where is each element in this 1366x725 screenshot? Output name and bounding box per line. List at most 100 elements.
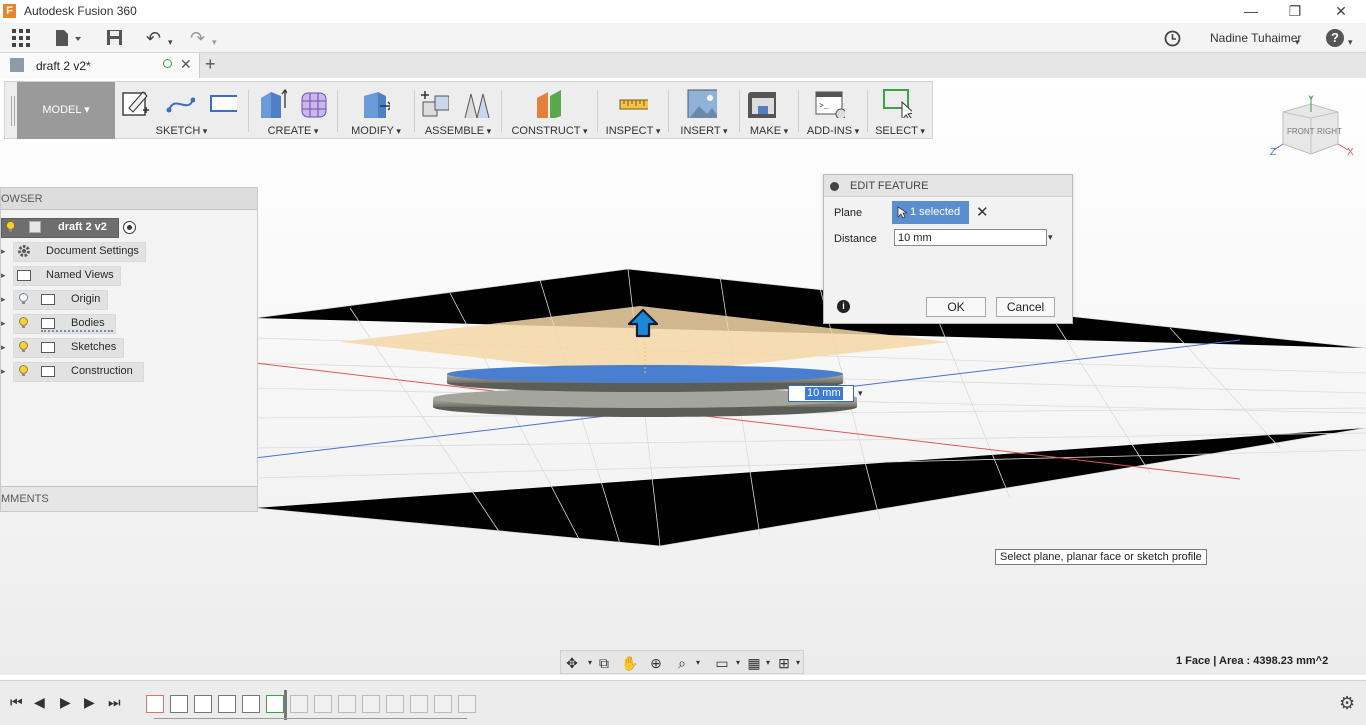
timeline-suppressed-feature[interactable] (314, 695, 332, 713)
zoom-icon[interactable]: ⊕ (647, 654, 665, 672)
user-dropdown-icon[interactable]: ▾ (1295, 32, 1300, 52)
view-cube-right[interactable]: RIGHT (1317, 127, 1342, 136)
expand-arrow-icon[interactable]: ▸ (1, 342, 6, 353)
assemble-group[interactable]: ASSEMBLE (415, 82, 501, 139)
extrude-icon[interactable] (257, 88, 287, 118)
user-name-menu[interactable]: Nadine Tuhaimer (1210, 31, 1301, 45)
offset-plane-icon[interactable] (534, 88, 564, 118)
browser-item-origin[interactable]: ▸ Origin (1, 289, 161, 311)
browser-item-document-settings[interactable]: ▸ Document Settings (1, 241, 161, 263)
data-panel-grid-icon[interactable] (12, 29, 30, 47)
expand-arrow-icon[interactable]: ▸ (1, 318, 6, 329)
visibility-bulb-icon[interactable] (6, 221, 15, 233)
canvas-distance-input[interactable]: 10 mm (788, 385, 854, 402)
construct-menu-label[interactable]: CONSTRUCT (502, 125, 597, 137)
activate-component-icon[interactable] (123, 221, 136, 234)
viewports-dropdown-icon[interactable]: ▾ (789, 654, 807, 672)
add-ins-menu-label[interactable]: ADD-INS (799, 125, 867, 137)
measure-icon[interactable] (618, 88, 648, 118)
plane-selection-button[interactable]: 1 selected (892, 201, 969, 224)
timeline-suppressed-feature[interactable] (290, 695, 308, 713)
browser-root-row[interactable]: draft 2 v2 (1, 217, 146, 239)
ok-button[interactable]: OK (926, 297, 986, 317)
new-tab-button[interactable]: + (205, 54, 216, 75)
document-tab[interactable]: draft 2 v2* ✕ (0, 53, 200, 78)
help-icon[interactable]: ? (1326, 29, 1344, 47)
comments-panel-header[interactable]: MMENTS (1, 486, 257, 511)
joint-icon[interactable] (461, 88, 491, 118)
select-group[interactable]: SELECT (868, 82, 932, 139)
step-back-icon[interactable]: ◀ (34, 694, 45, 711)
rectangle-sketch-icon[interactable] (207, 88, 237, 118)
make-menu-label[interactable]: MAKE (740, 125, 798, 137)
restore-button[interactable]: ❐ (1280, 2, 1310, 20)
timeline-settings-gear-icon[interactable]: ⚙ (1339, 693, 1355, 714)
play-icon[interactable]: ▶ (60, 694, 71, 711)
add-ins-group[interactable]: >_ ADD-INS (799, 82, 867, 139)
scripts-addins-icon[interactable]: >_ (815, 88, 845, 118)
assemble-menu-label[interactable]: ASSEMBLE (415, 125, 501, 137)
view-cube-front[interactable]: FRONT (1287, 127, 1315, 136)
sketch-menu-label[interactable]: SKETCH (115, 125, 248, 137)
toolbar-grip[interactable] (11, 96, 15, 126)
close-tab-button[interactable]: ✕ (180, 56, 192, 73)
file-menu-icon[interactable] (55, 29, 83, 47)
expand-arrow-icon[interactable]: ▸ (1, 270, 6, 281)
visibility-bulb-off-icon[interactable] (19, 293, 28, 305)
go-to-start-icon[interactable]: ⏮ (10, 694, 23, 711)
canvas-distance-dropdown-icon[interactable]: ▾ (858, 388, 863, 399)
line-spline-icon[interactable] (165, 88, 195, 118)
3d-print-icon[interactable] (746, 88, 776, 118)
save-icon[interactable] (106, 29, 124, 47)
timeline-suppressed-feature[interactable] (362, 695, 380, 713)
redo-icon[interactable]: ↷ (190, 28, 205, 48)
timeline-suppressed-feature[interactable] (386, 695, 404, 713)
insert-group[interactable]: INSERT (669, 82, 739, 139)
form-icon[interactable] (299, 88, 329, 118)
timeline-marker[interactable] (284, 690, 287, 720)
modify-menu-label[interactable]: MODIFY (338, 125, 414, 137)
make-group[interactable]: MAKE (740, 82, 798, 139)
workspace-switcher[interactable]: MODEL ▾ (17, 82, 115, 139)
sketch-group[interactable]: SKETCH (115, 82, 248, 139)
inspect-menu-label[interactable]: INSPECT (598, 125, 668, 137)
timeline-suppressed-feature[interactable] (434, 695, 452, 713)
dialog-header[interactable]: EDIT FEATURE (824, 175, 1072, 197)
insert-image-icon[interactable] (687, 88, 717, 118)
timeline-extrude-feature[interactable] (242, 695, 260, 713)
create-menu-label[interactable]: CREATE (249, 125, 337, 137)
cancel-button[interactable]: Cancel (996, 297, 1055, 317)
inspect-group[interactable]: INSPECT (598, 82, 668, 139)
timeline-plane-feature[interactable] (194, 695, 212, 713)
timeline-sketch-feature[interactable] (218, 695, 236, 713)
look-at-icon[interactable]: ⧉ (595, 654, 613, 672)
timeline-sketch-feature[interactable] (146, 695, 164, 713)
create-sketch-icon[interactable] (121, 88, 151, 118)
view-cube[interactable]: FRONT RIGHT Y Z X (1268, 92, 1358, 162)
info-icon[interactable]: i (837, 300, 850, 313)
insert-menu-label[interactable]: INSERT (669, 125, 739, 137)
timeline-suppressed-feature[interactable] (410, 695, 428, 713)
timeline-suppressed-feature[interactable] (338, 695, 356, 713)
browser-item-sketches[interactable]: ▸ Sketches (1, 337, 161, 359)
timeline-extrude-feature[interactable] (170, 695, 188, 713)
clear-selection-button[interactable]: ✕ (976, 203, 989, 221)
press-pull-icon[interactable] (360, 88, 390, 118)
timeline-plane-feature[interactable] (266, 695, 284, 713)
clock-icon[interactable] (1164, 30, 1181, 47)
zoom-dropdown-icon[interactable]: ▾ (689, 654, 707, 672)
collapse-dialog-icon[interactable] (830, 182, 839, 191)
modify-group[interactable]: MODIFY (338, 82, 414, 139)
distance-dropdown-icon[interactable]: ▾ (1048, 232, 1053, 243)
select-menu-label[interactable]: SELECT (868, 125, 932, 137)
visibility-bulb-icon[interactable] (19, 341, 28, 353)
timeline-suppressed-feature[interactable] (458, 695, 476, 713)
construct-group[interactable]: CONSTRUCT (502, 82, 597, 139)
browser-item-construction[interactable]: ▸ Construction (1, 361, 161, 383)
expand-arrow-icon[interactable]: ▸ (1, 294, 6, 305)
expand-arrow-icon[interactable]: ▸ (1, 366, 6, 377)
step-forward-icon[interactable]: ▶ (84, 694, 95, 711)
help-dropdown-icon[interactable]: ▾ (1348, 32, 1353, 52)
go-to-end-icon[interactable]: ⏭ (108, 694, 121, 711)
distance-input[interactable] (894, 229, 1047, 246)
